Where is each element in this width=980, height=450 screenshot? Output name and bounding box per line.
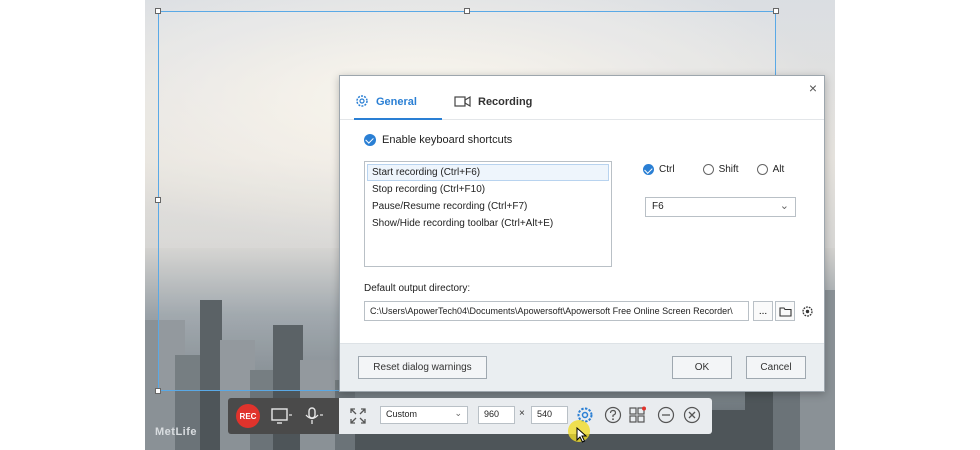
tab-general[interactable]: General [354, 95, 442, 120]
monitor-icon [271, 408, 292, 424]
modifier-group: Ctrl Shift Alt [643, 164, 784, 175]
radio-icon [702, 164, 714, 175]
chevron-down-icon: ⌄ [779, 200, 789, 212]
key-select[interactable]: F6 ⌄ [645, 197, 796, 217]
ok-button[interactable]: OK [672, 356, 732, 379]
folder-icon [778, 306, 792, 317]
tab-recording[interactable]: Recording [454, 95, 533, 120]
width-input[interactable]: 960 [478, 406, 515, 424]
list-item[interactable]: Show/Hide recording toolbar (Ctrl+Alt+E) [367, 215, 609, 232]
resize-handle[interactable] [464, 8, 470, 14]
minimize-icon [657, 406, 675, 424]
output-dir-input[interactable]: C:\Users\ApowerTech04\Documents\Apowerso… [364, 301, 749, 321]
help-button[interactable] [603, 405, 623, 425]
region-preset-select[interactable]: Custom ⌄ [380, 406, 468, 424]
settings-button[interactable] [797, 301, 817, 321]
fullscreen-button[interactable] [347, 405, 369, 427]
apps-grid-icon [629, 406, 646, 423]
apps-button[interactable] [628, 405, 648, 425]
times-label: × [519, 408, 525, 419]
help-icon [604, 406, 622, 424]
tab-general-label: General [376, 96, 417, 108]
enable-shortcuts-label: Enable keyboard shortcuts [382, 134, 513, 146]
resize-handle[interactable] [155, 388, 161, 394]
expand-icon [350, 408, 366, 424]
checkbox-checked-icon [364, 134, 376, 146]
reset-warnings-button[interactable]: Reset dialog warnings [358, 356, 487, 379]
open-folder-button[interactable] [775, 301, 795, 321]
tab-recording-label: Recording [478, 96, 533, 108]
ctrl-radio[interactable]: Ctrl [643, 164, 675, 175]
browse-button[interactable]: ... [753, 301, 773, 321]
shortcuts-list[interactable]: Start recording (Ctrl+F6) Stop recording… [364, 161, 612, 267]
list-item[interactable]: Start recording (Ctrl+F6) [367, 164, 609, 181]
record-button[interactable]: REC [236, 404, 260, 428]
minimize-button[interactable] [656, 405, 676, 425]
chevron-down-icon: ⌄ [454, 408, 462, 418]
mouse-pointer-icon [576, 427, 588, 443]
preset-value: Custom [386, 409, 418, 419]
dialog-footer: Reset dialog warnings OK Cancel [340, 343, 824, 391]
output-dir-label: Default output directory: [364, 283, 471, 294]
watermark-text: MetLife [155, 426, 197, 438]
settings-dialog: × General Recording Enable keyboard shor… [339, 75, 825, 392]
radio-icon [756, 164, 768, 175]
ctrl-label: Ctrl [659, 164, 675, 175]
alt-radio[interactable]: Alt [756, 164, 785, 175]
height-input[interactable]: 540 [531, 406, 568, 424]
close-button[interactable] [682, 405, 702, 425]
resize-handle[interactable] [773, 8, 779, 14]
alt-label: Alt [772, 164, 785, 175]
gear-icon [356, 95, 368, 107]
camera-icon [454, 95, 471, 108]
microphone-button[interactable] [302, 406, 326, 426]
shift-radio[interactable]: Shift [702, 164, 739, 175]
microphone-icon [305, 407, 323, 424]
cancel-button[interactable]: Cancel [746, 356, 806, 379]
browse-label: ... [758, 305, 768, 317]
resize-handle[interactable] [155, 8, 161, 14]
gear-icon [801, 305, 813, 317]
key-select-value: F6 [652, 201, 664, 212]
close-icon [683, 406, 701, 424]
list-item[interactable]: Pause/Resume recording (Ctrl+F7) [367, 198, 609, 215]
resize-handle[interactable] [155, 197, 161, 203]
tab-bar: General Recording [340, 90, 824, 120]
toolbar-settings-area: Custom ⌄ 960 × 540 [339, 398, 712, 434]
recorder-toolbar: REC Custom ⌄ 960 × 540 [228, 398, 712, 434]
screen-source-button[interactable] [270, 406, 294, 426]
radio-checked-icon [643, 164, 654, 175]
list-item[interactable]: Stop recording (Ctrl+F10) [367, 181, 609, 198]
enable-shortcuts-checkbox[interactable]: Enable keyboard shortcuts [364, 134, 512, 146]
shift-label: Shift [718, 164, 739, 175]
